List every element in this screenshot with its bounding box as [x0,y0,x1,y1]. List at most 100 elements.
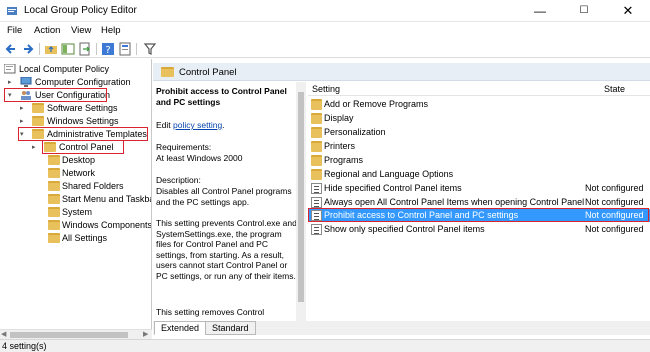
show-hide-tree-icon[interactable] [61,42,75,56]
setting-name: Programs [324,155,364,165]
close-button[interactable]: ✕ [606,0,650,22]
tree-label: Shared Folders [62,181,124,191]
folder-icon [32,103,44,113]
scroll-left-icon[interactable]: ◀ [1,330,6,338]
tab-extended[interactable]: Extended [154,321,207,335]
tree-pane: Local Computer Policy ▸ Computer Configu… [0,59,152,339]
minimize-button[interactable]: — [518,0,562,22]
filter-icon[interactable] [143,42,157,56]
list-header: Setting State [308,82,650,96]
list-item[interactable]: Hide specified Control Panel items Not c… [308,182,650,195]
list-item[interactable]: Add or Remove Programs [308,98,650,111]
setting-name: Show only specified Control Panel items [324,224,485,234]
svg-text:?: ? [105,45,110,56]
menu-help[interactable]: Help [101,25,121,36]
toolbar-separator [96,43,97,55]
scrollbar-thumb[interactable] [10,332,128,338]
list-item[interactable]: Programs [308,154,650,167]
folder-icon [48,194,60,204]
tree-label: Start Menu and Taskbar [62,194,152,204]
tab-standard[interactable]: Standard [205,321,256,335]
setting-name: Add or Remove Programs [324,99,429,109]
banner-title: Control Panel [179,67,237,78]
folder-icon [48,168,60,178]
menu-action[interactable]: Action [34,25,60,36]
folder-icon [161,67,174,77]
edit-line: Edit policy setting. [156,120,298,131]
tree-label: All Settings [62,233,108,243]
folder-icon [48,233,60,243]
folder-icon [311,141,322,152]
highlight-box [4,88,107,102]
folder-icon [311,99,322,110]
scroll-right-icon[interactable]: ▶ [143,330,148,338]
back-arrow-icon[interactable] [4,42,18,56]
folder-icon [48,155,60,165]
toolbar-separator [136,43,137,55]
toolbar: ? [0,40,650,58]
tree-label: Desktop [62,155,96,165]
folder-icon [48,181,60,191]
folder-icon [48,207,60,217]
tree-horizontal-scrollbar[interactable]: ◀ ▶ [0,329,152,339]
list-item[interactable]: Display [308,112,650,125]
window-title: Local Group Policy Editor [24,5,137,16]
setting-name: Display [324,113,354,123]
scrollbar-thumb[interactable] [298,92,304,302]
policy-setting-icon [311,197,322,208]
list-item[interactable]: Regional and Language Options [308,168,650,181]
gpedit-app-icon [7,7,17,15]
description-paragraph: This setting removes Control [156,307,265,317]
policy-setting-icon [311,224,322,235]
maximize-button[interactable]: ☐ [562,0,606,22]
policy-setting-link[interactable]: policy setting [173,120,222,130]
column-header-state[interactable]: State [604,84,625,94]
properties-icon[interactable] [118,42,132,56]
tree-label: Network [62,168,96,178]
toolbar-separator [39,43,40,55]
help-icon[interactable]: ? [101,42,115,56]
setting-name: Printers [324,141,356,151]
menu-file[interactable]: File [7,25,22,36]
setting-name: Regional and Language Options [324,169,454,179]
policy-heading: Prohibit access to Control Panel and PC … [156,86,287,107]
setting-name: Hide specified Control Panel items [324,183,462,193]
policy-computer-icon [4,64,16,74]
expand-chevron-icon[interactable]: ▸ [32,141,40,154]
setting-name: Always open All Control Panel Items when… [324,197,585,207]
menu-view[interactable]: View [71,25,91,36]
list-item[interactable]: Personalization [308,126,650,139]
title-bar: Local Group Policy Editor — ☐ ✕ [0,0,650,22]
folder-icon [311,169,322,180]
status-bar: 4 setting(s) [0,339,650,352]
column-header-setting[interactable]: Setting [312,84,340,94]
folder-icon [311,127,322,138]
menu-bar: File Action View Help [0,22,650,40]
description-paragraph: This setting prevents Control.exe and Sy… [156,218,297,281]
export-list-icon[interactable] [78,42,92,56]
requirements-label: Requirements: [156,142,212,152]
up-folder-icon[interactable] [44,42,58,56]
folder-icon [32,116,44,126]
description-scrollbar[interactable] [296,82,306,321]
settings-list: Setting State Add or Remove Programs Dis… [308,82,650,321]
list-item[interactable]: Show only specified Control Panel items … [308,223,650,236]
forward-arrow-icon[interactable] [21,42,35,56]
highlight-box [42,140,124,154]
list-item[interactable]: Printers [308,140,650,153]
edit-suffix: . [222,120,225,130]
description-label: Description: [156,175,201,185]
expand-chevron-icon[interactable]: ▸ [20,102,28,115]
setting-name: Personalization [324,127,386,137]
folder-icon [311,155,322,166]
computer-icon [20,77,32,87]
status-text: 4 setting(s) [2,341,47,351]
view-tabs: Extended Standard [153,321,650,335]
requirements-value: At least Windows 2000 [156,153,243,163]
description-pane: Prohibit access to Control Panel and PC … [153,82,305,321]
policy-setting-icon [311,183,322,194]
tree-label: Local Computer Policy [19,64,110,74]
highlight-box [308,208,649,222]
highlight-box [18,127,148,141]
setting-state: Not configured [585,197,644,207]
